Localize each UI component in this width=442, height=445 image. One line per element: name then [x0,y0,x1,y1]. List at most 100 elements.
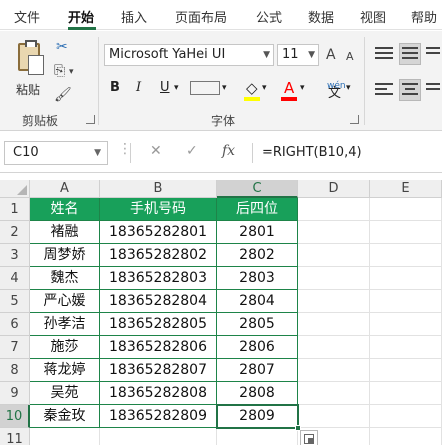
empty-cell[interactable] [298,244,370,267]
underline-button[interactable]: U [160,77,170,99]
table-cell[interactable]: 18365282805 [100,313,217,336]
empty-cell[interactable] [298,221,370,244]
name-box[interactable]: C10 ▼ [4,141,108,165]
empty-cell[interactable] [298,405,370,428]
paste-button[interactable]: 粘贴 [10,39,46,99]
insert-function-icon[interactable]: fx [222,143,235,159]
table-header-cell[interactable]: 姓名 [30,198,100,221]
copy-icon[interactable]: ⎘ [54,63,65,79]
empty-cell[interactable] [298,359,370,382]
copy-dropdown-icon[interactable]: ▾ [69,64,74,80]
table-cell[interactable]: 18365282803 [100,267,217,290]
borders-dropdown-icon[interactable]: ▾ [222,77,227,99]
align-left-icon[interactable] [375,83,393,99]
font-launcher-icon[interactable] [350,115,359,124]
table-cell[interactable]: 2801 [217,221,298,244]
empty-cell[interactable] [370,336,442,359]
grow-font-icon[interactable]: A [326,47,336,63]
empty-cell[interactable] [30,428,100,445]
fill-dropdown-icon[interactable]: ▾ [262,77,267,99]
quick-analysis-icon[interactable] [300,430,318,445]
tab-formulas[interactable]: 公式 [256,7,282,26]
empty-cell[interactable] [100,428,217,445]
table-cell[interactable]: 18365282807 [100,359,217,382]
formula-input[interactable]: =RIGHT(B10,4) [262,145,362,160]
table-cell[interactable]: 18365282809 [100,405,217,428]
empty-cell[interactable] [298,267,370,290]
row-header-1[interactable]: 1 [0,198,30,221]
phonetic-char-icon[interactable]: 文 [328,83,341,105]
empty-cell[interactable] [370,290,442,313]
tab-file[interactable]: 文件 [14,7,40,26]
table-cell[interactable]: 18365282808 [100,382,217,405]
align-top-icon[interactable] [375,47,393,63]
empty-cell[interactable] [217,428,298,445]
phonetic-dropdown-icon[interactable]: ▾ [346,77,351,99]
empty-cell[interactable] [370,428,442,445]
table-cell[interactable]: 2806 [217,336,298,359]
empty-cell[interactable] [298,313,370,336]
row-header-5[interactable]: 5 [0,290,30,313]
table-cell[interactable]: 吴苑 [30,382,100,405]
tab-home[interactable]: 开始 [68,7,94,26]
row-header-11[interactable]: 11 [0,428,30,445]
table-cell[interactable]: 2803 [217,267,298,290]
tab-page-layout[interactable]: 页面布局 [175,7,227,26]
table-cell[interactable]: 2808 [217,382,298,405]
empty-cell[interactable] [370,244,442,267]
select-all-button[interactable] [0,180,30,198]
enter-icon[interactable]: ✓ [186,143,198,159]
column-header-c[interactable]: C [217,180,298,198]
font-color-icon[interactable]: A [284,77,294,99]
font-name-select[interactable]: Microsoft YaHei UI ▼ [104,44,274,66]
table-cell[interactable]: 孙孝洁 [30,313,100,336]
column-header-a[interactable]: A [30,180,100,198]
row-header-8[interactable]: 8 [0,359,30,382]
underline-dropdown-icon[interactable]: ▾ [174,77,179,99]
align-center-icon[interactable] [399,79,421,101]
empty-cell[interactable] [370,405,442,428]
table-cell[interactable]: 周梦娇 [30,244,100,267]
empty-cell[interactable] [298,336,370,359]
align-bottom-icon[interactable] [426,47,442,63]
table-cell[interactable]: 褚融 [30,221,100,244]
shrink-font-icon[interactable]: A [346,49,354,65]
align-right-icon[interactable] [426,83,442,99]
fill-color-icon[interactable]: ◇ [246,77,258,99]
format-painter-icon[interactable]: 🖌 [54,87,72,103]
row-header-7[interactable]: 7 [0,336,30,359]
table-cell[interactable]: 18365282806 [100,336,217,359]
table-cell[interactable]: 2802 [217,244,298,267]
table-cell[interactable]: 蒋龙婷 [30,359,100,382]
table-cell[interactable]: 2805 [217,313,298,336]
empty-cell[interactable] [370,359,442,382]
tab-data[interactable]: 数据 [308,7,334,26]
empty-cell[interactable] [370,221,442,244]
italic-button[interactable]: I [136,77,141,99]
column-header-e[interactable]: E [370,180,442,198]
row-header-6[interactable]: 6 [0,313,30,336]
table-cell[interactable]: 18365282802 [100,244,217,267]
table-cell[interactable]: 魏杰 [30,267,100,290]
empty-cell[interactable] [298,382,370,405]
table-cell[interactable]: 秦金玫 [30,405,100,428]
borders-icon[interactable] [190,81,220,95]
row-header-2[interactable]: 2 [0,221,30,244]
table-cell[interactable]: 严心媛 [30,290,100,313]
clipboard-launcher-icon[interactable] [86,115,95,124]
empty-cell[interactable] [370,198,442,221]
empty-cell[interactable] [298,290,370,313]
tab-insert[interactable]: 插入 [121,7,147,26]
table-cell[interactable]: 18365282801 [100,221,217,244]
cut-icon[interactable]: ✂ [56,39,68,55]
table-cell[interactable]: 2804 [217,290,298,313]
column-header-b[interactable]: B [100,180,217,198]
tab-help[interactable]: 帮助 [411,7,437,26]
row-header-10[interactable]: 10 [0,405,30,428]
table-cell[interactable]: 18365282804 [100,290,217,313]
empty-cell[interactable] [298,198,370,221]
row-header-3[interactable]: 3 [0,244,30,267]
table-cell[interactable]: 施莎 [30,336,100,359]
empty-cell[interactable] [370,313,442,336]
column-header-d[interactable]: D [298,180,370,198]
